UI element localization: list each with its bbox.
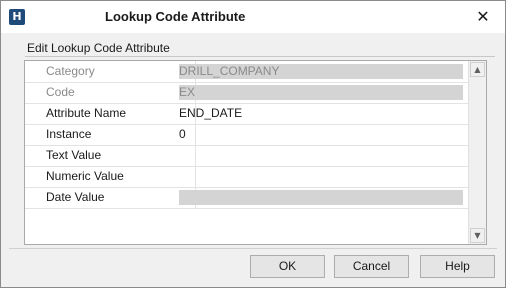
scroll-down-icon[interactable]: ▼ — [470, 228, 485, 243]
row-value: EX — [179, 85, 196, 99]
row-label: Category — [25, 61, 196, 82]
grid-row-text-value: Text Value — [25, 145, 468, 167]
row-value: 0 — [179, 127, 186, 141]
row-value: DRILL_COMPANY — [179, 64, 280, 78]
grid-row-instance: Instance 0 — [25, 124, 468, 146]
row-label: Instance — [25, 124, 196, 145]
dialog-window: H Lookup Code Attribute ✕ Edit Lookup Co… — [0, 0, 506, 288]
title-bar: H Lookup Code Attribute ✕ — [1, 1, 505, 33]
row-label: Text Value — [25, 145, 196, 166]
app-logo-icon: H — [9, 9, 25, 25]
close-icon[interactable]: ✕ — [469, 5, 497, 29]
help-button[interactable]: Help — [420, 255, 495, 278]
category-value-field: DRILL_COMPANY — [175, 61, 468, 82]
text-value-field[interactable] — [175, 145, 468, 166]
instance-field[interactable]: 0 — [175, 124, 468, 145]
group-label: Edit Lookup Code Attribute — [27, 41, 170, 55]
row-label: Date Value — [25, 187, 196, 208]
attribute-name-field[interactable]: END_DATE — [175, 103, 468, 124]
grid-row-date-value: Date Value — [25, 187, 468, 209]
grid-row-attribute-name: Attribute Name END_DATE — [25, 103, 468, 125]
footer-divider — [9, 248, 497, 249]
readonly-fill — [179, 85, 463, 100]
grid-row-numeric-value: Numeric Value — [25, 166, 468, 188]
grid-row-category: Category DRILL_COMPANY — [25, 61, 468, 83]
cancel-button[interactable]: Cancel — [334, 255, 409, 278]
vertical-scrollbar[interactable]: ▲ ▼ — [468, 61, 486, 244]
code-value-field: EX — [175, 82, 468, 103]
dialog-title: Lookup Code Attribute — [105, 9, 246, 24]
attribute-grid: Category DRILL_COMPANY Code EX Attribute… — [24, 60, 487, 245]
scroll-up-icon[interactable]: ▲ — [470, 62, 485, 77]
row-value: END_DATE — [179, 106, 243, 120]
numeric-value-field[interactable] — [175, 166, 468, 187]
row-label: Code — [25, 82, 196, 103]
readonly-fill — [179, 190, 463, 205]
ok-button[interactable]: OK — [250, 255, 325, 278]
group-divider — [25, 56, 495, 57]
row-label: Numeric Value — [25, 166, 196, 187]
grid-row-code: Code EX — [25, 82, 468, 104]
row-label: Attribute Name — [25, 103, 196, 124]
date-value-field[interactable] — [175, 187, 468, 208]
